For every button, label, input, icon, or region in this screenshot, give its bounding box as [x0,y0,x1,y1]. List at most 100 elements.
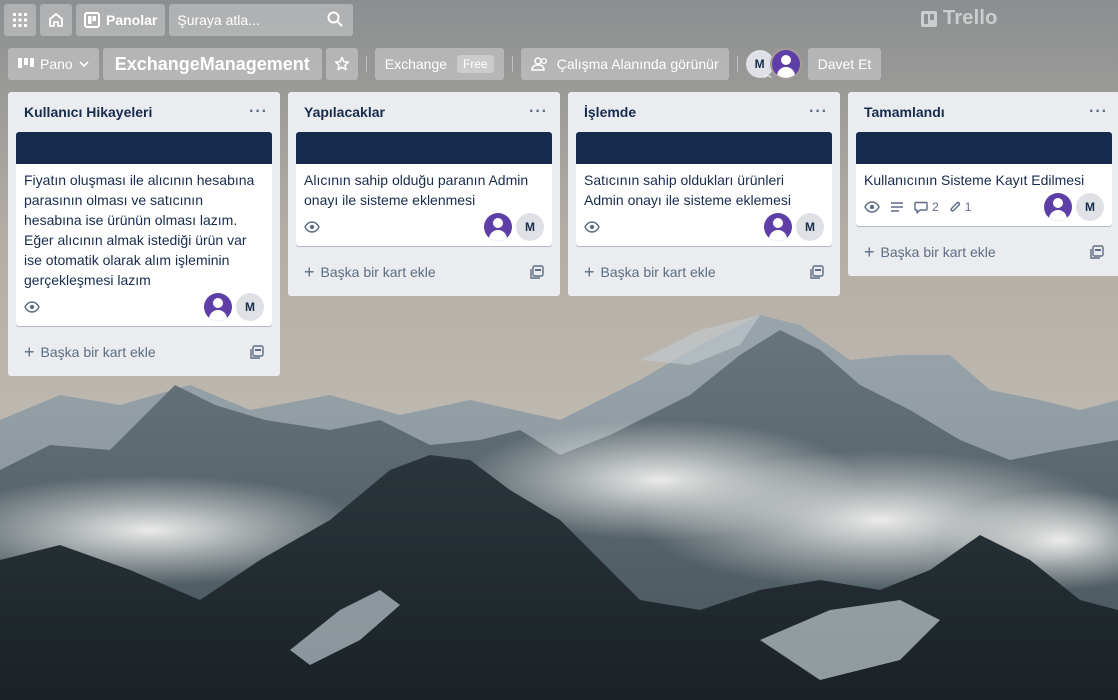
divider [365,56,367,72]
board-title[interactable]: ExchangeManagement [102,48,322,80]
plus-icon: + [584,262,595,282]
list-title[interactable]: İşlemde [584,104,636,120]
add-card-button[interactable]: + Başka bir kart ekle [16,334,272,370]
card-member-avatar[interactable]: M [796,213,824,241]
comments-count: 2 [932,200,939,214]
card-title: Alıcının sahip olduğu paranın Admin onay… [304,172,529,208]
eye-icon [304,221,320,233]
add-card-label: Başka bir kart ekle [40,344,156,360]
team-icon [530,57,547,71]
divider [736,56,738,72]
grid-icon [13,13,27,27]
boards-button[interactable]: Panolar [76,4,166,36]
card-template-icon[interactable] [530,265,544,279]
card-member-avatar[interactable]: M [516,213,544,241]
card-member-avatar[interactable]: M [236,293,264,321]
comment-icon [914,201,928,214]
plus-icon: + [304,262,315,282]
list-menu-icon[interactable]: ··· [1085,103,1112,121]
add-card-button[interactable]: + Başka bir kart ekle [856,234,1112,270]
admin-chevron-icon: ︽ [763,70,772,79]
avatar-body [769,230,787,241]
workspace-button[interactable]: Exchange Free [374,48,504,80]
card-template-icon[interactable] [810,265,824,279]
card-member-avatar[interactable] [484,213,512,241]
add-card-button[interactable]: + Başka bir kart ekle [576,254,832,290]
list-title[interactable]: Kullanıcı Hikayeleri [24,104,152,120]
card-cover [16,132,272,164]
divider [511,56,513,72]
search-input[interactable] [177,12,318,28]
boards-icon [84,12,100,28]
list-title[interactable]: Yapılacaklar [304,104,385,120]
avatar-body [489,230,507,241]
card-member-avatar[interactable] [1044,193,1072,221]
board-view-label: Pano [40,56,73,72]
eye-icon [584,221,600,233]
plus-icon: + [864,242,875,262]
trello-logo[interactable]: Trello [921,7,998,30]
card-cover [576,132,832,164]
paperclip-icon [950,201,960,212]
apps-button[interactable] [4,4,36,36]
trello-logo-icon [921,10,937,27]
plus-icon: + [24,342,35,362]
board-view-switcher[interactable]: Pano [8,48,99,80]
invite-button[interactable]: Davet Et [807,48,882,80]
add-card-button[interactable]: + Başka bir kart ekle [296,254,552,290]
home-button[interactable] [40,4,72,36]
list-header: Tamamlandı ··· [848,92,1118,132]
card[interactable]: Kullanıcının Sisteme Kayıt Edilmesi 2 1 … [856,132,1112,226]
card[interactable]: Satıcının sahip oldukları ürünleri Admin… [576,132,832,246]
description-icon [890,201,904,213]
workspace-name: Exchange [384,56,448,72]
star-icon [334,56,349,71]
card[interactable]: Alıcının sahip olduğu paranın Admin onay… [296,132,552,246]
add-card-label: Başka bir kart ekle [320,264,436,280]
card-template-icon[interactable] [1090,245,1104,259]
eye-icon [864,201,880,213]
visibility-label: Çalışma Alanında görünür [556,56,719,72]
comments-badge: 2 [914,200,939,214]
search-box[interactable] [169,4,354,36]
avatar-head [1053,198,1063,208]
add-card-label: Başka bir kart ekle [600,264,716,280]
list-menu-icon[interactable]: ··· [525,103,552,121]
plan-badge: Free [457,55,494,73]
search-icon[interactable] [327,11,343,27]
avatar-head [493,218,503,228]
star-button[interactable] [325,48,358,80]
card-member-avatar[interactable] [204,293,232,321]
list-header: Kullanıcı Hikayeleri ··· [8,92,280,132]
list-menu-icon[interactable]: ··· [245,103,272,121]
avatar-head [773,218,783,228]
member-avatar[interactable] [771,50,800,78]
brand-name: Trello [943,7,998,29]
avatar-body [776,67,795,78]
list-title[interactable]: Tamamlandı [864,104,945,120]
list-menu-icon[interactable]: ··· [805,103,832,121]
list-header: Yapılacaklar ··· [288,92,560,132]
list-done[interactable]: Tamamlandı ··· Kullanıcının Sisteme Kayı… [848,92,1118,276]
card-title: Fiyatın oluşması ile alıcının hesabına p… [24,172,255,288]
card-member-avatar[interactable]: M [1076,193,1104,221]
board-members: M ︽ [745,50,800,79]
avatar-body [1049,210,1067,221]
attachments-count: 1 [964,200,972,214]
card-template-icon[interactable] [250,345,264,359]
list-in-progress[interactable]: İşlemde ··· Satıcının sahip oldukları ür… [568,92,840,296]
home-icon [49,13,63,27]
avatar-head [213,298,223,308]
attachments-badge: 1 [949,200,972,214]
list-user-stories[interactable]: Kullanıcı Hikayeleri ··· Fiyatın oluşmas… [8,92,280,376]
list-header: İşlemde ··· [568,92,840,132]
boards-label: Panolar [106,12,158,28]
board-lists: Kullanıcı Hikayeleri ··· Fiyatın oluşmas… [8,92,1118,376]
top-header: Panolar Trello [0,0,1118,40]
card-member-avatar[interactable] [764,213,792,241]
visibility-button[interactable]: Çalışma Alanında görünür [520,48,729,80]
card-title: Satıcının sahip oldukları ürünleri Admin… [584,172,791,208]
board-header: Pano ExchangeManagement Exchange Free Ça… [0,48,885,80]
card[interactable]: Fiyatın oluşması ile alıcının hesabına p… [16,132,272,326]
list-todo[interactable]: Yapılacaklar ··· Alıcının sahip olduğu p… [288,92,560,296]
